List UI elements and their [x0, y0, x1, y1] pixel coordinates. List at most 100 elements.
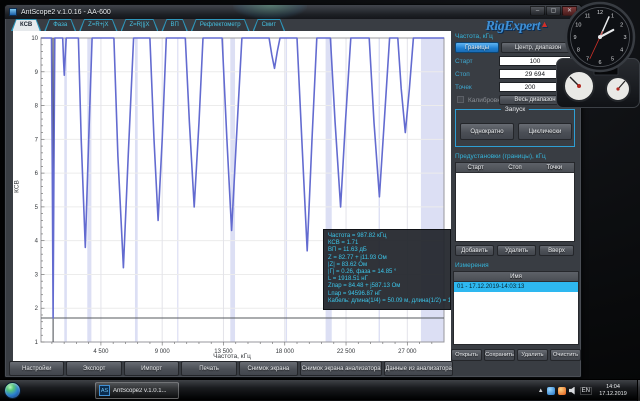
presets-table[interactable]: Старт Стоп Точки [455, 162, 575, 242]
cursor-tooltip: Частота = 987.82 кГцКСВ = 1.71ВП = 11.63… [323, 229, 451, 310]
measurements-col-name: Имя [454, 272, 578, 281]
run-single-button[interactable]: Однократно [460, 123, 514, 140]
toolbar-button-4[interactable]: Снимок экрана [239, 361, 298, 376]
glass-highlight [233, 5, 307, 19]
language-indicator[interactable]: EN [580, 387, 592, 395]
mode-bounds-button[interactable]: Границы [455, 42, 499, 53]
measurements-button-2[interactable]: Удалить [517, 349, 548, 361]
presets-button-1[interactable]: Удалить [497, 245, 536, 256]
swr-chart[interactable]: 123456789104 5009 00013 50018 00022 5002… [13, 31, 451, 361]
points-input[interactable] [499, 82, 561, 92]
tooltip-line: Lпар = 94596.87 нГ [328, 291, 446, 298]
hidden-icons-chevron[interactable]: ▲ [538, 388, 544, 394]
toolbar-button-6[interactable]: Данные из анализатора [384, 361, 453, 376]
start-field-label: Старт [455, 58, 499, 65]
tab-z=r+jx[interactable]: Z=R+jX [79, 19, 117, 31]
x-axis-label: Частота, кГц [13, 353, 451, 360]
taskbar-time: 14:04 [595, 384, 631, 391]
svg-text:7: 7 [586, 57, 589, 63]
measurements-button-3[interactable]: Очистить [550, 349, 581, 361]
tab-label: Z=R||jX [130, 22, 150, 28]
measurements-button-0[interactable]: Открыть [451, 349, 482, 361]
taskbar: AS AntScope2 v.1.0.1... ▲ EN 14:04 17.12… [0, 379, 640, 400]
logo-accent: ▲ [540, 19, 548, 29]
toolbar-button-1[interactable]: Экспорт [66, 361, 121, 376]
svg-text:1: 1 [611, 13, 614, 19]
svg-text:6: 6 [35, 171, 39, 177]
network-icon[interactable] [547, 387, 555, 395]
bottom-toolbar: НастройкиЭкспортИмпортПечатьСнимок экран… [9, 361, 453, 376]
svg-text:8: 8 [577, 48, 580, 54]
tooltip-line: ВП = 11.63 дБ [328, 247, 446, 254]
tab-вп[interactable]: ВП [161, 19, 187, 31]
toolbar-button-0[interactable]: Настройки [9, 361, 64, 376]
tab-фаза[interactable]: Фаза [44, 19, 76, 31]
tab-label: КСВ [20, 22, 32, 28]
tab-bar: КСВ Фаза Z=R+jX Z=R||jX ВП Рефлектометр Смит [11, 19, 285, 31]
svg-text:9: 9 [573, 35, 576, 41]
calibration-checkbox [457, 96, 464, 103]
tooltip-line: Частота = 987.82 кГц [328, 233, 446, 240]
svg-text:9: 9 [35, 70, 39, 76]
swr-chart-panel: 123456789104 5009 00013 50018 00022 5002… [13, 31, 451, 361]
svg-text:3: 3 [623, 35, 626, 41]
svg-text:1: 1 [35, 340, 39, 346]
y-axis-ticks: 12345678910 [31, 36, 44, 346]
tooltip-line: Z = 82.77 + j11.93 Ом [328, 255, 446, 262]
svg-text:5: 5 [611, 57, 614, 63]
antscope-taskbar-icon: AS [99, 385, 110, 396]
stop-field-label: Стоп [455, 71, 499, 78]
tab-label: Z=R+jX [88, 22, 108, 28]
presets-button-0[interactable]: Добавить [455, 245, 494, 256]
tooltip-line: |Z| = 83.62 Ом [328, 262, 446, 269]
presets-col-start: Старт [456, 163, 495, 172]
clock-gadget: 123456789101112 [562, 0, 638, 81]
run-groupbox: Запуск Однократно Циклически [455, 109, 575, 147]
measurements-button-1[interactable]: Сохранить [484, 349, 515, 361]
minimize-button[interactable]: – [530, 6, 545, 16]
calibration-label: Калибровка [468, 97, 499, 104]
measurement-row[interactable]: 01 - 17.12.2019-14:03:13 [454, 282, 578, 292]
volume-icon[interactable] [569, 387, 577, 395]
y-axis-label: КСВ [14, 171, 21, 203]
tab-label: ВП [170, 22, 178, 28]
presets-button-2[interactable]: Вверх [539, 245, 574, 256]
toolbar-button-2[interactable]: Импорт [124, 361, 179, 376]
toolbar-button-5[interactable]: Снимок экрана анализатора [300, 361, 382, 376]
points-field-label: Точек [455, 84, 499, 91]
run-group-title: Запуск [501, 106, 529, 113]
taskbar-app-label: AntScope2 v.1.0.1... [113, 388, 167, 394]
firefox-icon[interactable] [558, 387, 566, 395]
svg-text:8: 8 [35, 104, 39, 110]
svg-text:4: 4 [620, 48, 623, 54]
maximize-button[interactable]: ▢ [546, 6, 561, 16]
title-bar[interactable]: AntScope2 v.1.0.16 - AA-600 – ▢ ✕ [5, 5, 581, 19]
measurements-section-label: Измерения [455, 262, 489, 269]
measurements-table[interactable]: Имя 01 - 17.12.2019-14:03:13 [453, 271, 579, 345]
tab-z=r||jx[interactable]: Z=R||jX [121, 19, 159, 31]
tooltip-line: Кабель: длина(1/4) = 50.09 м, длина(1/2)… [328, 298, 446, 305]
frequency-section-label: Частота, кГц [455, 33, 493, 40]
svg-text:2: 2 [620, 23, 623, 29]
tab-ксв[interactable]: КСВ [11, 19, 41, 31]
svg-text:10: 10 [575, 23, 581, 29]
presets-col-stop: Стоп [495, 163, 534, 172]
run-cyclic-button[interactable]: Циклически [518, 123, 572, 140]
toolbar-button-3[interactable]: Печать [181, 361, 236, 376]
tooltip-line: L = 1918.51 нГ [328, 276, 446, 283]
tab-рефлектометр[interactable]: Рефлектометр [191, 19, 250, 31]
app-window: AntScope2 v.1.0.16 - AA-600 – ▢ ✕ КСВ Фаз… [4, 4, 582, 378]
taskbar-date: 17.12.2019 [595, 391, 631, 398]
tab-label: Рефлектометр [200, 22, 241, 28]
tooltip-line: Zпар = 84.48 + j587.13 Ом [328, 283, 446, 290]
svg-text:5: 5 [35, 205, 39, 211]
tooltip-line: КСВ = 1.71 [328, 240, 446, 247]
svg-text:12: 12 [597, 10, 603, 16]
svg-text:4: 4 [35, 239, 39, 245]
svg-text:10: 10 [31, 36, 38, 42]
taskbar-clock[interactable]: 14:04 17.12.2019 [595, 384, 631, 398]
taskbar-app-button[interactable]: AS AntScope2 v.1.0.1... [95, 382, 179, 399]
presets-section-label: Предустановки (границы), кГц [455, 153, 546, 160]
start-button[interactable] [4, 382, 21, 399]
tab-смит[interactable]: Смит [253, 19, 286, 31]
